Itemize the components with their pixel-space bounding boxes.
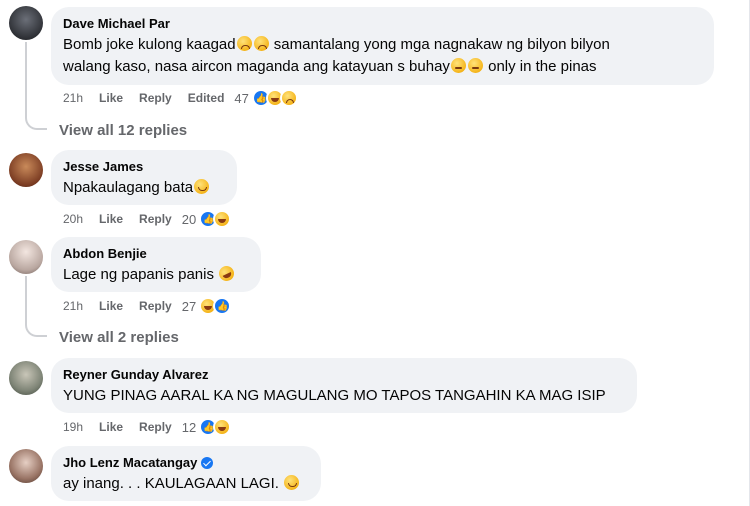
- comment-bubble: Jesse James Npakaulagang bata: [51, 150, 237, 205]
- reaction-count: 20: [181, 211, 197, 227]
- reaction-count: 27: [181, 298, 197, 314]
- comment-bubble: Dave Michael Par Bomb joke kulong kaagad…: [51, 7, 714, 85]
- comment-actions: 21h Like Reply 27: [63, 297, 232, 315]
- author-name[interactable]: Dave Michael Par: [63, 15, 702, 32]
- comment-text: ay inang. . . KAULAGAAN LAGI.: [63, 473, 309, 495]
- rofl-emoji-icon: [216, 263, 237, 284]
- reply-button[interactable]: Reply: [139, 91, 172, 105]
- reactions-summary[interactable]: 27: [181, 297, 232, 315]
- like-button[interactable]: Like: [99, 299, 123, 313]
- sad-emoji-icon: [253, 36, 269, 51]
- avatar[interactable]: [9, 6, 43, 40]
- comment-actions: 19h Like Reply 12: [63, 418, 232, 436]
- timestamp[interactable]: 19h: [63, 420, 83, 434]
- reply-button[interactable]: Reply: [139, 420, 172, 434]
- relieved-emoji-icon: [450, 58, 466, 73]
- timestamp[interactable]: 21h: [63, 299, 83, 313]
- comment-text: YUNG PINAG AARAL KA NG MAGULANG MO TAPOS…: [63, 387, 606, 404]
- haha-icon: [213, 418, 232, 436]
- author-name[interactable]: Abdon Benjie: [63, 245, 249, 262]
- thread-line: [25, 42, 27, 118]
- like-button[interactable]: Like: [99, 91, 123, 105]
- avatar[interactable]: [9, 449, 43, 483]
- like-icon: [213, 297, 232, 315]
- like-button[interactable]: Like: [99, 212, 123, 226]
- reactions-summary[interactable]: 12: [181, 418, 232, 436]
- comment-text: Bomb joke kulong kaagad samantalang yong…: [63, 36, 610, 75]
- timestamp[interactable]: 20h: [63, 212, 83, 226]
- timestamp[interactable]: 21h: [63, 91, 83, 105]
- reactions-summary[interactable]: 20: [181, 210, 232, 228]
- grin-emoji-icon: [194, 179, 210, 194]
- avatar[interactable]: [9, 240, 43, 274]
- edited-label[interactable]: Edited: [188, 91, 225, 105]
- comment-bubble: Jho Lenz Macatangay ay inang. . . KAULAG…: [51, 446, 321, 501]
- sad-icon: [279, 89, 298, 107]
- comment-actions: 21h Like Reply Edited 47: [63, 89, 298, 107]
- author-name[interactable]: Jesse James: [63, 158, 225, 175]
- comment-text: Lage ng papanis panis: [63, 263, 249, 286]
- sad-emoji-icon: [236, 36, 252, 51]
- reply-button[interactable]: Reply: [139, 299, 172, 313]
- author-name[interactable]: Reyner Gunday Alvarez: [63, 366, 625, 383]
- reaction-count: 47: [234, 90, 249, 106]
- reaction-count: 12: [181, 419, 197, 435]
- comment-actions: 20h Like Reply 20: [63, 210, 232, 228]
- haha-icon: [213, 210, 232, 228]
- reactions-summary[interactable]: 47: [234, 89, 298, 107]
- verified-badge-icon: [201, 456, 214, 469]
- comment-text: Npakaulagang bata: [63, 177, 225, 199]
- thread-line: [25, 276, 27, 325]
- relieved-emoji-icon: [467, 58, 483, 73]
- view-replies-link[interactable]: View all 2 replies: [59, 329, 179, 346]
- thread-connector: [25, 323, 47, 337]
- author-name[interactable]: Jho Lenz Macatangay: [63, 454, 309, 471]
- view-replies-link[interactable]: View all 12 replies: [59, 122, 187, 139]
- grin-emoji-icon: [284, 475, 300, 490]
- comment-bubble: Reyner Gunday Alvarez YUNG PINAG AARAL K…: [51, 358, 637, 413]
- thread-connector: [25, 116, 47, 130]
- reply-button[interactable]: Reply: [139, 212, 172, 226]
- comment-bubble: Abdon Benjie Lage ng papanis panis: [51, 237, 261, 292]
- like-button[interactable]: Like: [99, 420, 123, 434]
- avatar[interactable]: [9, 153, 43, 187]
- avatar[interactable]: [9, 361, 43, 395]
